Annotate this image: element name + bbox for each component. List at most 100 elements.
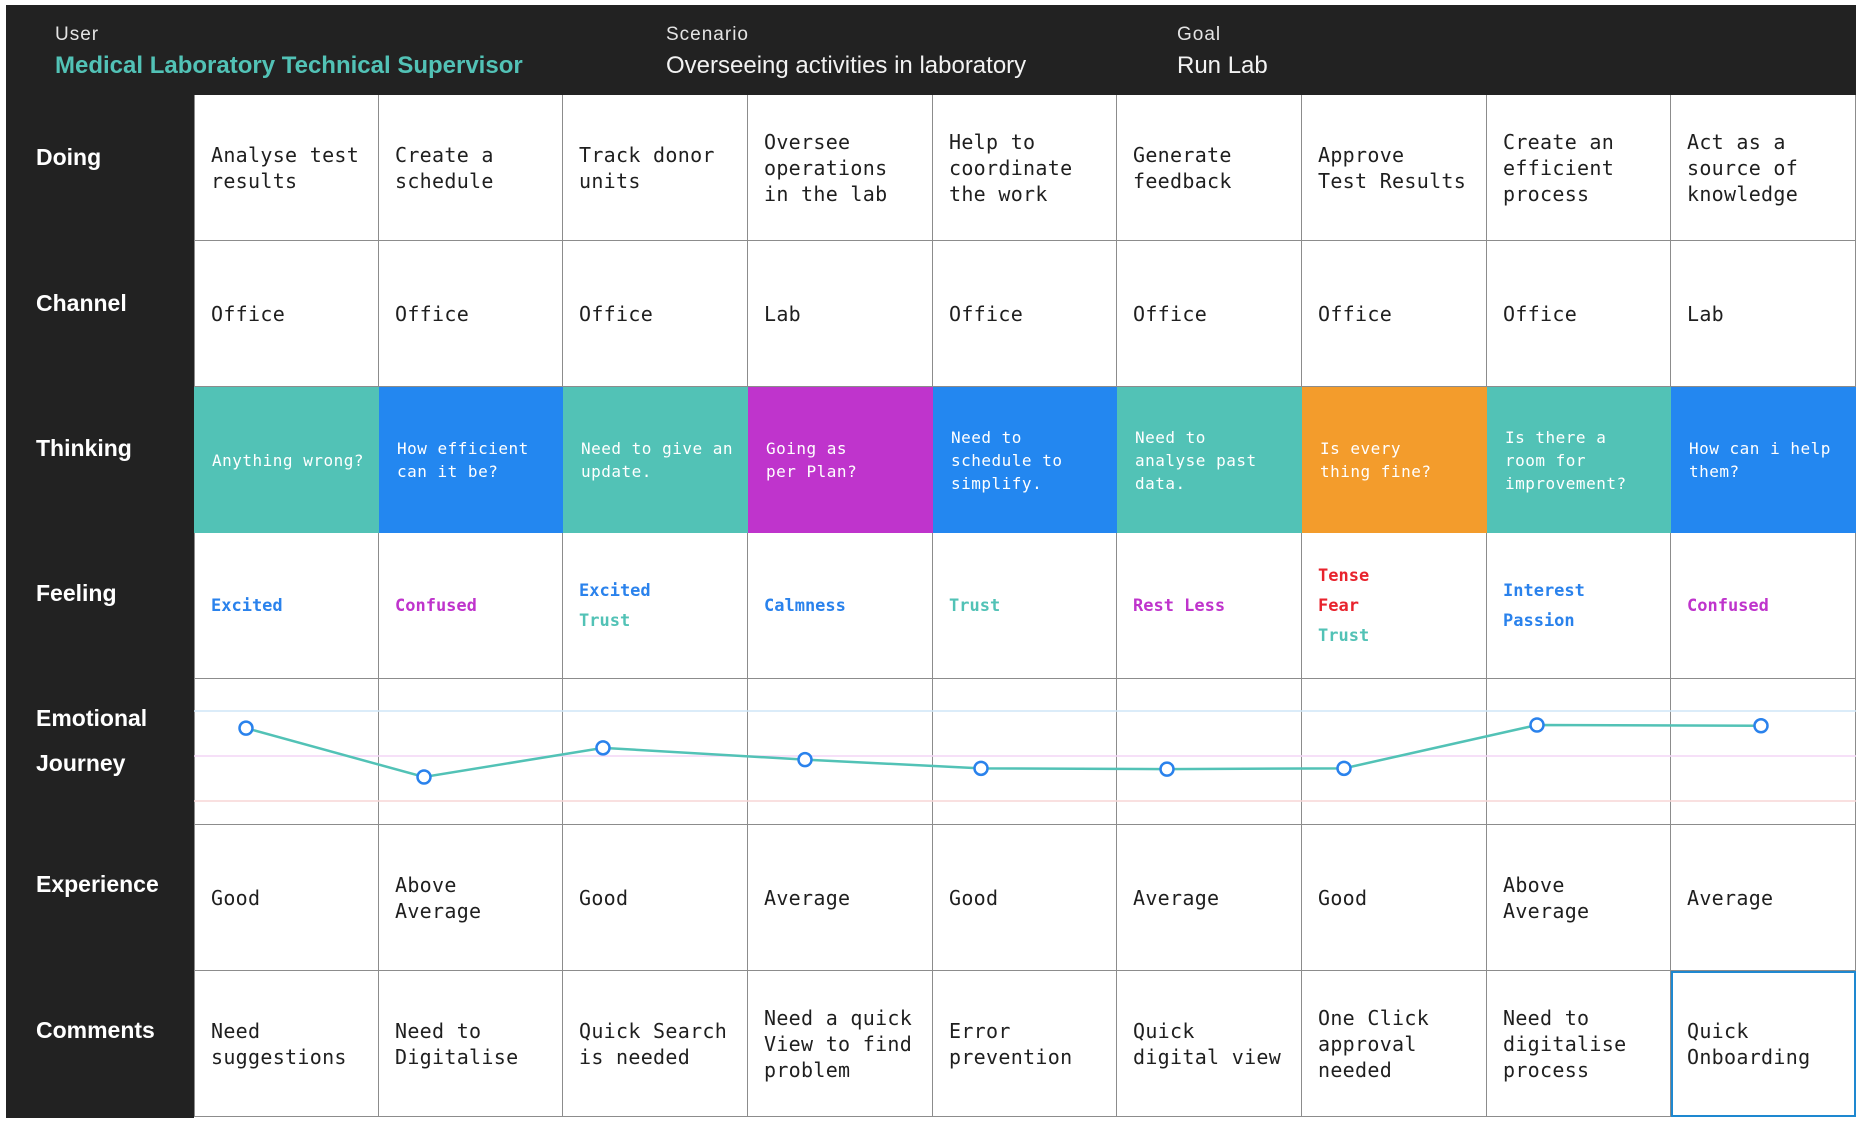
experience-cell: Above Average <box>1487 825 1671 971</box>
doing-cell: Approve Test Results <box>1302 95 1487 241</box>
feeling-cell: Confused <box>1671 533 1856 679</box>
row-label-comments: Comments <box>36 1017 155 1043</box>
channel-cell: Office <box>1302 241 1487 387</box>
doing-cell: Create a schedule <box>379 95 563 241</box>
experience-text: Good <box>1318 885 1368 910</box>
feeling-cell: Excited Trust <box>563 533 748 679</box>
channel-cell: Office <box>933 241 1117 387</box>
journey-map-board: User Medical Laboratory Technical Superv… <box>6 5 1856 1118</box>
thinking-cell: Need to schedule to simplify. <box>933 387 1117 533</box>
thinking-text: Need to give an update. <box>581 439 733 481</box>
comments-text: Error prevention <box>949 1018 1073 1069</box>
experience-text: Average <box>1687 885 1774 910</box>
feeling-tag: Confused <box>1687 595 1769 616</box>
channel-text: Lab <box>1687 301 1725 326</box>
doing-text: Create an efficient process <box>1503 129 1615 206</box>
channel-text: Office <box>1503 301 1578 326</box>
thinking-cell: Going as per Plan? <box>748 387 933 533</box>
feeling-tag: Passion <box>1503 610 1575 631</box>
journey-point <box>238 720 254 736</box>
goal-value: Run Lab <box>1177 52 1268 79</box>
goal-block: Goal Run Lab <box>1177 23 1268 82</box>
thinking-cell: Need to analyse past data. <box>1117 387 1302 533</box>
feeling-cell: Interest Passion <box>1487 533 1671 679</box>
row-label-channel: Channel <box>36 290 127 316</box>
doing-text: Approve Test Results <box>1318 142 1467 193</box>
feeling-tag: Interest <box>1503 580 1585 601</box>
row-labels-sidebar: Doing Channel Thinking Feeling Emotional… <box>6 95 194 1118</box>
doing-cell: Act as a source of knowledge <box>1671 95 1856 241</box>
experience-cell: Average <box>748 825 933 971</box>
doing-text: Create a schedule <box>395 142 494 193</box>
journey-point <box>595 740 611 756</box>
journey-point <box>1159 761 1175 777</box>
feeling-cell: Rest Less <box>1117 533 1302 679</box>
channel-cell: Office <box>194 241 379 387</box>
row-label-experience: Experience <box>36 871 159 897</box>
user-value: Medical Laboratory Technical Supervisor <box>55 52 523 79</box>
comments-text: Quick digital view <box>1133 1018 1282 1069</box>
emotional-journey-chart <box>194 710 1856 802</box>
doing-text: Help to coordinate the work <box>949 129 1073 206</box>
goal-label: Goal <box>1177 24 1222 45</box>
doing-cell: Help to coordinate the work <box>933 95 1117 241</box>
experience-text: Good <box>579 885 629 910</box>
comment-cell: Need to digitalise process <box>1487 971 1671 1117</box>
doing-cell: Track donor units <box>563 95 748 241</box>
comments-text: Quick Onboarding <box>1687 1018 1811 1069</box>
feeling-cell: Calmness <box>748 533 933 679</box>
feeling-cell: Confused <box>379 533 563 679</box>
comments-text: Need to digitalise process <box>1503 1005 1627 1082</box>
feeling-tag: Calmness <box>764 595 846 616</box>
feeling-tag: Confused <box>395 595 477 616</box>
journey-point <box>1336 760 1352 777</box>
doing-cell: Analyse test results <box>194 95 379 241</box>
journey-point <box>973 760 989 777</box>
journey-line <box>245 723 1762 779</box>
thinking-cell: Anything wrong? <box>194 387 379 533</box>
row-label-thinking: Thinking <box>36 435 132 461</box>
feeling-tag: Tense <box>1318 565 1370 586</box>
experience-text: Above Average <box>1503 872 1590 923</box>
feeling-tag: Rest Less <box>1133 595 1226 616</box>
thinking-text: Is there a room for improvement? <box>1505 427 1627 493</box>
comment-cell: Need suggestions <box>194 971 379 1117</box>
thinking-cell: Is every thing fine? <box>1302 387 1487 533</box>
experience-text: Average <box>764 885 851 910</box>
experience-text: Good <box>211 885 261 910</box>
doing-text: Oversee operations in the lab <box>764 129 888 206</box>
comment-cell: Error prevention <box>933 971 1117 1117</box>
channel-text: Office <box>1133 301 1208 326</box>
feeling-tag: Excited <box>579 580 651 601</box>
feeling-tag: Fear <box>1318 595 1359 616</box>
comments-text: Need suggestions <box>211 1018 347 1069</box>
experience-cell: Good <box>194 825 379 971</box>
thinking-cell: Is there a room for improvement? <box>1487 387 1671 533</box>
experience-cell: Average <box>1117 825 1302 971</box>
doing-text: Track donor units <box>579 142 715 193</box>
journey-grid: Analyse test results Office Anything wrong… <box>194 95 1856 1118</box>
thinking-text: Anything wrong? <box>212 450 364 470</box>
doing-cell: Generate feedback <box>1117 95 1302 241</box>
thinking-cell: Need to give an update. <box>563 387 748 533</box>
scenario-block: Scenario Overseeing activities in labora… <box>666 23 1026 82</box>
channel-cell: Office <box>379 241 563 387</box>
feeling-tag: Excited <box>211 595 283 616</box>
channel-text: Office <box>211 301 286 326</box>
header-bar: User Medical Laboratory Technical Superv… <box>6 5 1856 95</box>
comments-text: Quick Search is needed <box>579 1018 728 1069</box>
experience-cell: Good <box>1302 825 1487 971</box>
channel-cell: Lab <box>748 241 933 387</box>
feeling-tag: Trust <box>579 610 631 631</box>
experience-text: Above Average <box>395 872 482 923</box>
channel-text: Office <box>949 301 1024 326</box>
journey-point <box>1529 717 1545 733</box>
experience-text: Average <box>1133 885 1220 910</box>
channel-text: Office <box>579 301 654 326</box>
journey-point <box>416 769 432 785</box>
comment-cell: Quick Search is needed <box>563 971 748 1117</box>
comments-text: Need a quick View to find problem <box>764 1005 913 1082</box>
doing-text: Analyse test results <box>211 142 360 193</box>
channel-cell: Office <box>1487 241 1671 387</box>
feeling-cell: Trust <box>933 533 1117 679</box>
